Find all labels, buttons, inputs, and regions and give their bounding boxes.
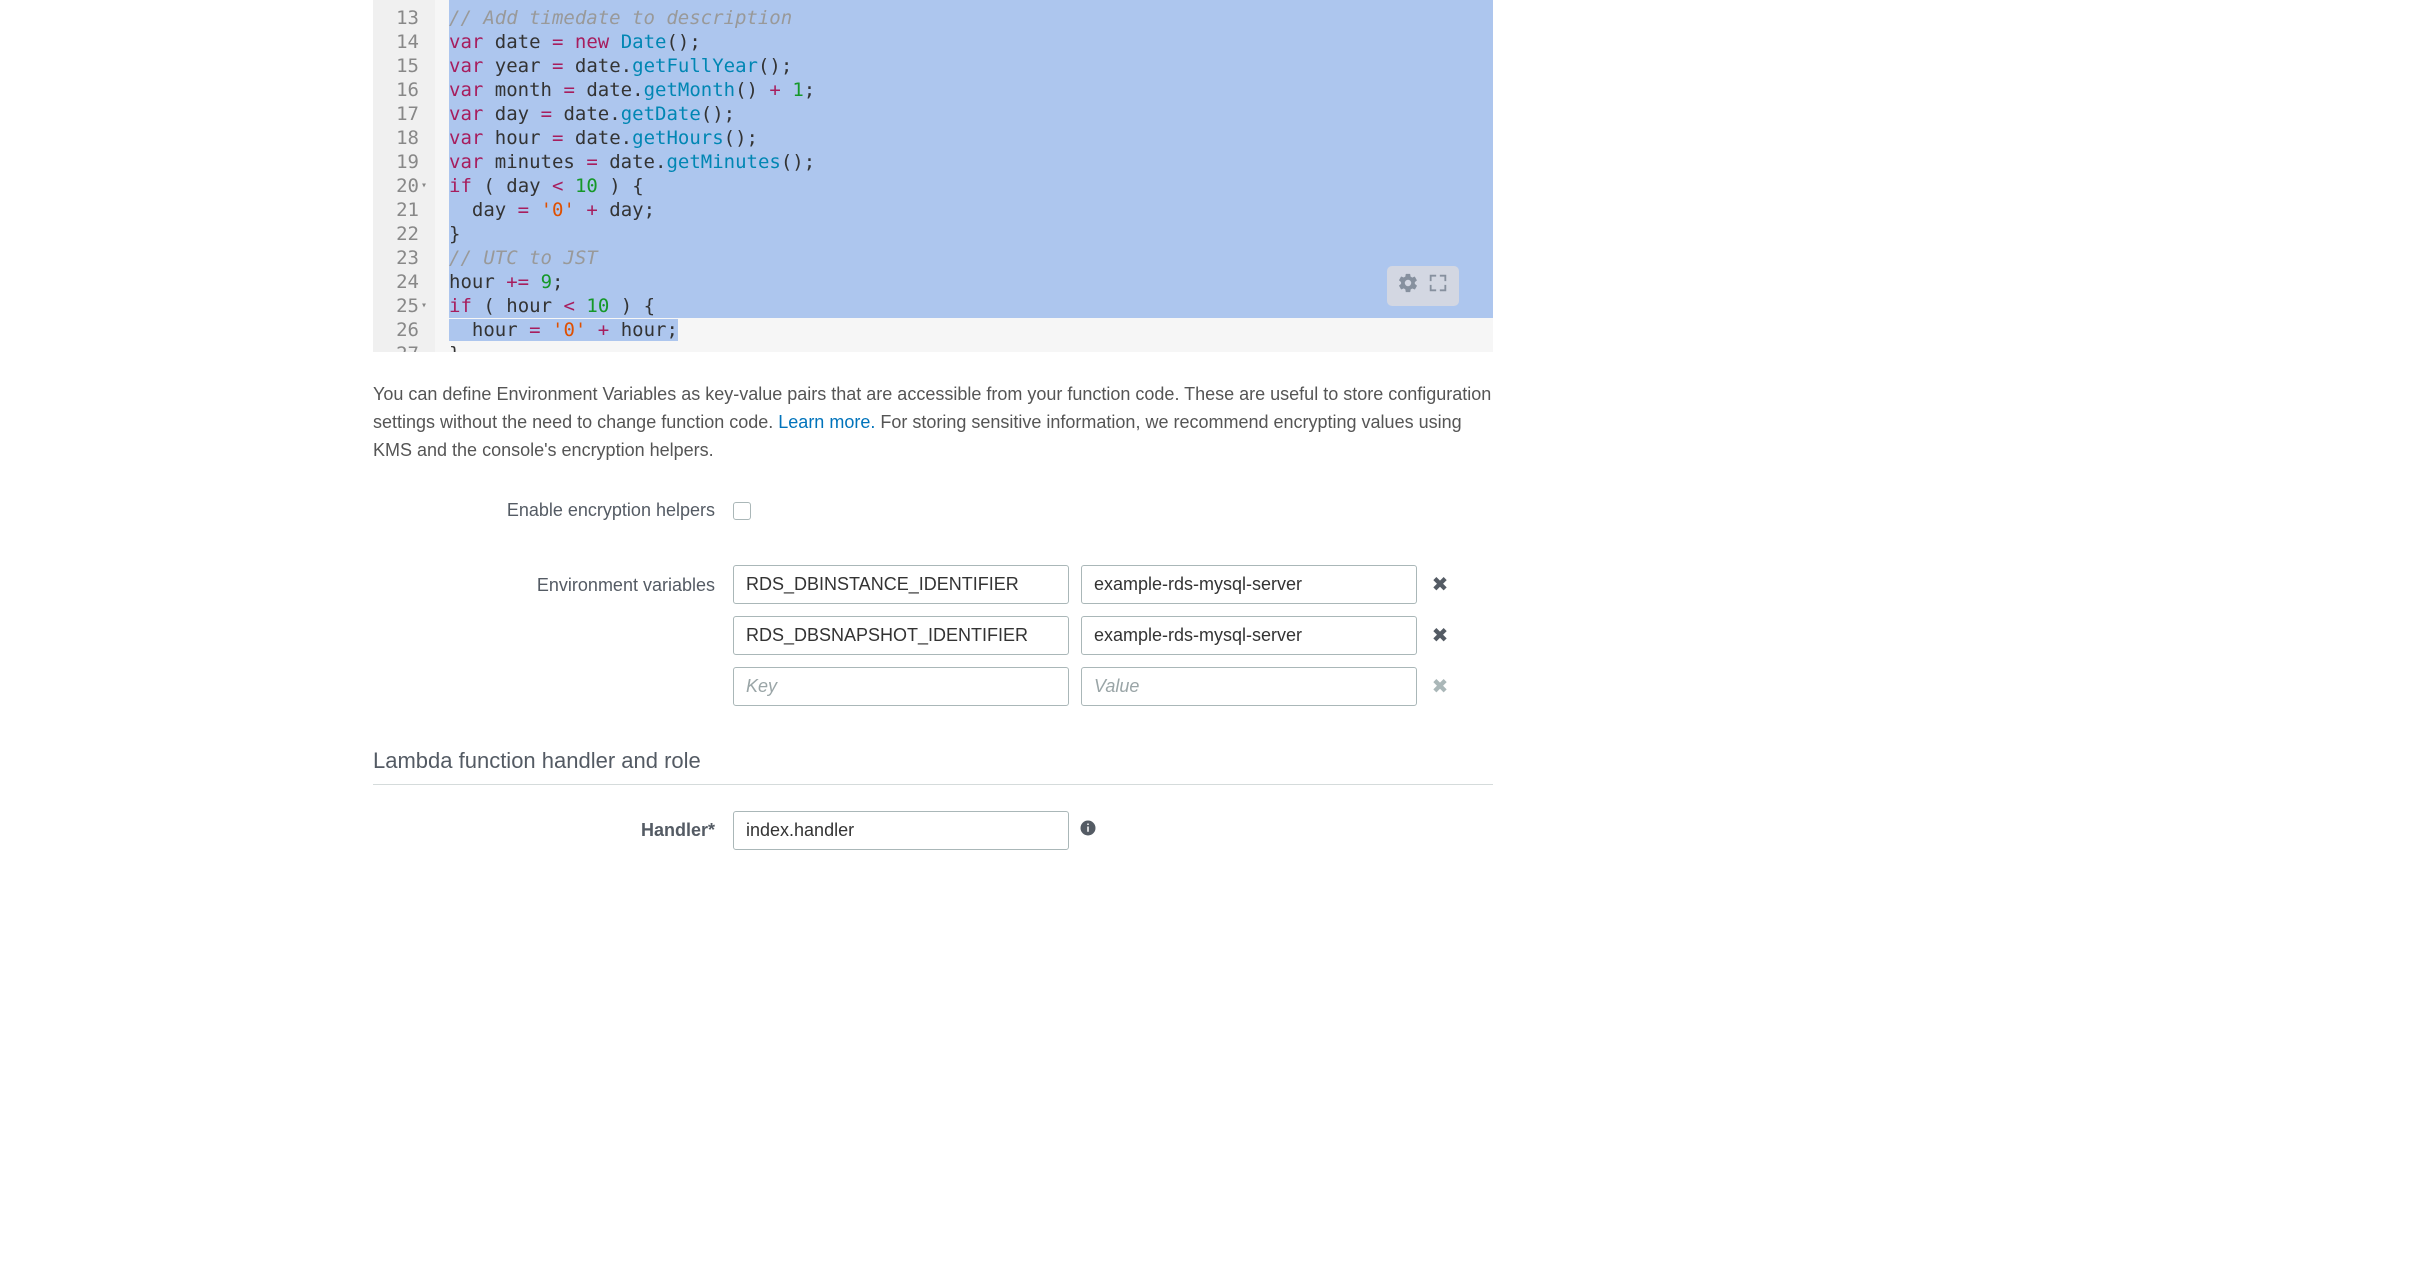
fold-icon	[421, 150, 427, 174]
fold-icon	[421, 270, 427, 294]
line-number: 24	[377, 270, 427, 294]
section-title-handler-role: Lambda function handler and role	[373, 748, 1493, 780]
code-line[interactable]: }	[449, 222, 1493, 246]
info-icon[interactable]	[1079, 819, 1097, 842]
fold-icon[interactable]: ▾	[421, 294, 427, 318]
env-var-row: ✖	[733, 565, 1451, 604]
env-key-input[interactable]	[733, 667, 1069, 706]
enable-encryption-checkbox[interactable]	[733, 502, 751, 520]
fold-icon[interactable]: ▾	[421, 174, 427, 198]
handler-label: Handler*	[373, 820, 733, 841]
fold-icon	[421, 222, 427, 246]
remove-row-icon[interactable]: ✖	[1429, 572, 1451, 597]
gear-icon[interactable]	[1397, 272, 1419, 300]
fold-icon	[421, 246, 427, 270]
section-divider	[373, 784, 1493, 785]
line-number: 13	[377, 6, 427, 30]
remove-row-icon[interactable]: ✖	[1429, 623, 1451, 648]
line-number-gutter: 12 13 14 15 16 17 18 19 20▾21 22 23 24 2…	[373, 0, 435, 352]
line-number: 25▾	[377, 294, 427, 318]
code-line[interactable]: var month = date.getMonth() + 1;	[449, 78, 1493, 102]
code-editor[interactable]: 12 13 14 15 16 17 18 19 20▾21 22 23 24 2…	[373, 0, 1493, 352]
code-line[interactable]: var day = date.getDate();	[449, 102, 1493, 126]
code-line[interactable]: if ( day < 10 ) {	[449, 174, 1493, 198]
env-value-input[interactable]	[1081, 616, 1417, 655]
code-line[interactable]: var year = date.getFullYear();	[449, 54, 1493, 78]
env-value-input[interactable]	[1081, 565, 1417, 604]
fold-icon	[421, 126, 427, 150]
env-var-row: ✖	[733, 616, 1451, 655]
env-vars-rows: ✖ ✖ ✖	[733, 565, 1451, 706]
line-number: 14	[377, 30, 427, 54]
code-line[interactable]: day = '0' + day;	[449, 198, 1493, 222]
code-line[interactable]: var minutes = date.getMinutes();	[449, 150, 1493, 174]
fold-icon	[421, 6, 427, 30]
line-number: 15	[377, 54, 427, 78]
fold-icon	[421, 30, 427, 54]
code-lines[interactable]: // Add timedate to descriptionvar date =…	[435, 0, 1493, 352]
fullscreen-icon[interactable]	[1427, 272, 1449, 300]
line-number: 17	[377, 102, 427, 126]
code-line[interactable]: hour += 9;	[449, 270, 1493, 294]
fold-icon	[421, 318, 427, 342]
env-value-input[interactable]	[1081, 667, 1417, 706]
code-line[interactable]: // Add timedate to description	[449, 6, 1493, 30]
env-var-row-empty: ✖	[733, 667, 1451, 706]
line-number: 20▾	[377, 174, 427, 198]
line-number: 19	[377, 150, 427, 174]
fold-icon	[421, 342, 427, 352]
code-line[interactable]: }	[449, 342, 1493, 352]
code-line[interactable]: var hour = date.getHours();	[449, 126, 1493, 150]
fold-icon	[421, 78, 427, 102]
line-number: 18	[377, 126, 427, 150]
code-line[interactable]: if ( hour < 10 ) {	[449, 294, 1493, 318]
fold-icon	[421, 102, 427, 126]
learn-more-link[interactable]: Learn more.	[778, 412, 875, 432]
editor-controls	[1387, 266, 1459, 306]
env-key-input[interactable]	[733, 616, 1069, 655]
env-key-input[interactable]	[733, 565, 1069, 604]
code-line[interactable]: hour = '0' + hour;	[449, 318, 1493, 342]
env-vars-label: Environment variables	[373, 565, 733, 596]
line-number: 21	[377, 198, 427, 222]
fold-icon	[421, 198, 427, 222]
line-number: 23	[377, 246, 427, 270]
code-line[interactable]: var date = new Date();	[449, 30, 1493, 54]
enable-encryption-label: Enable encryption helpers	[373, 500, 733, 521]
line-number: 27	[377, 342, 427, 352]
line-number: 22	[377, 222, 427, 246]
handler-input[interactable]	[733, 811, 1069, 850]
line-number: 26	[377, 318, 427, 342]
line-number: 16	[377, 78, 427, 102]
env-vars-description: You can define Environment Variables as …	[373, 380, 1493, 464]
code-line[interactable]: // UTC to JST	[449, 246, 1493, 270]
fold-icon	[421, 54, 427, 78]
remove-row-icon: ✖	[1429, 674, 1451, 699]
